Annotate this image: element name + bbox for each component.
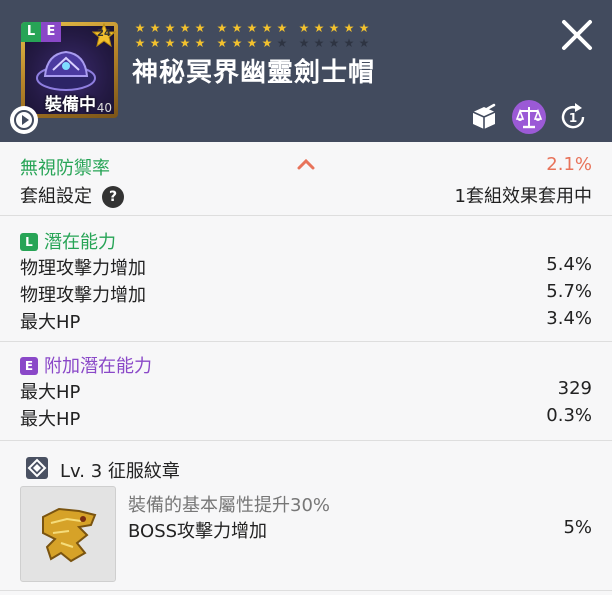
emblem-diamond-icon: [26, 457, 48, 479]
potential-line: 物理攻擊力增加 5.4%: [20, 254, 592, 279]
filled-star-icon: ★: [179, 36, 191, 50]
divider: [0, 341, 612, 342]
set-row: 套組設定? 1套組效果套用中: [20, 182, 592, 208]
play-icon: [14, 110, 34, 130]
filled-star-icon: ★: [164, 36, 176, 50]
emblem-title: Lv. 3 征服紋章: [60, 461, 180, 482]
help-icon[interactable]: ?: [102, 186, 124, 208]
empty-star-icon: ★: [298, 36, 310, 50]
scale-icon: [515, 107, 543, 129]
emblem-title-row: Lv. 3 征服紋章: [60, 457, 592, 482]
reset-button[interactable]: 1: [556, 100, 590, 134]
empty-star-icon: ★: [313, 36, 325, 50]
hat-icon: [36, 50, 96, 91]
filled-star-icon: ★: [194, 21, 206, 35]
filled-star-icon: ★: [298, 21, 310, 35]
potential-header: L 潛在能力: [20, 228, 592, 253]
play-button[interactable]: [10, 106, 38, 134]
ignore-def-label: 無視防禦率: [20, 158, 110, 179]
additional-potential-line-value: 0.3%: [546, 405, 592, 426]
set-value: 1套組效果套用中: [454, 186, 592, 207]
empty-star-icon: ★: [343, 36, 355, 50]
refresh-one-icon: 1: [561, 103, 585, 129]
empty-star-icon: ★: [276, 36, 288, 50]
chevron-up-icon: [297, 158, 315, 170]
compare-button[interactable]: [512, 100, 546, 134]
filled-star-icon: ★: [231, 36, 243, 50]
epic-tag: E: [20, 357, 38, 375]
emblem-image: [20, 486, 116, 582]
emblem-desc-row: 裝備的基本屬性提升30%: [128, 491, 592, 516]
set-label: 套組設定: [20, 186, 92, 207]
filled-star-icon: ★: [276, 21, 288, 35]
ignore-def-row: 無視防禦率 2.1%: [20, 154, 592, 179]
star-force-badge: 24: [91, 22, 117, 48]
equipped-label: 裝備中: [45, 95, 96, 115]
filled-star-icon: ★: [164, 21, 176, 35]
star-force-count: 24: [97, 28, 111, 39]
filled-star-icon: ★: [149, 36, 161, 50]
divider: [0, 440, 612, 441]
storage-button[interactable]: [467, 100, 501, 134]
potential-line-value: 5.4%: [546, 254, 592, 275]
legendary-badge: L: [21, 22, 41, 42]
filled-star-icon: ★: [328, 21, 340, 35]
filled-star-icon: ★: [231, 21, 243, 35]
additional-potential-title: 附加潛在能力: [44, 356, 152, 377]
filled-star-icon: ★: [134, 36, 146, 50]
item-header: L E 24 裝備中 40 ★ ★ ★ ★ ★ ★ ★ ★ ★ ★ ★ ★ ★ ★ ★ ★ ★ ★ ★ ★ ★ ★ ★ ★ ★ ★…: [0, 0, 612, 142]
divider: [0, 215, 612, 216]
filled-star-icon: ★: [246, 36, 258, 50]
potential-line-value: 3.4%: [546, 308, 592, 329]
star-force-stars: ★ ★ ★ ★ ★ ★ ★ ★ ★ ★ ★ ★ ★ ★ ★ ★ ★ ★ ★ ★ ★ ★ ★ ★ ★ ★ ★ ★ ★ ★: [134, 22, 464, 52]
potential-line-label: 物理攻擊力增加: [20, 258, 146, 279]
filled-star-icon: ★: [216, 21, 228, 35]
legendary-tag: L: [20, 233, 38, 251]
filled-star-icon: ★: [343, 21, 355, 35]
empty-star-icon: ★: [358, 36, 370, 50]
filled-star-icon: ★: [216, 36, 228, 50]
divider: [0, 590, 612, 591]
set-label-wrap: 套組設定?: [20, 182, 124, 208]
item-level: 40: [96, 101, 112, 115]
filled-star-icon: ★: [246, 21, 258, 35]
item-name: 神秘冥界幽靈劍士帽: [132, 58, 376, 88]
empty-star-icon: ★: [328, 36, 340, 50]
emblem-stat-label: BOSS攻擊力增加: [128, 521, 268, 542]
emblem-stat-value: 5%: [563, 517, 592, 538]
filled-star-icon: ★: [261, 36, 273, 50]
filled-star-icon: ★: [261, 21, 273, 35]
potential-line: 物理攻擊力增加 5.7%: [20, 281, 592, 306]
ignore-def-value: 2.1%: [546, 154, 592, 175]
filled-star-icon: ★: [194, 36, 206, 50]
potential-line: 最大HP 3.4%: [20, 308, 592, 333]
potential-line-label: 最大HP: [20, 312, 81, 333]
potential-title: 潛在能力: [44, 232, 116, 253]
close-icon[interactable]: [558, 16, 596, 54]
epic-badge: E: [41, 22, 61, 42]
dragon-emblem-icon: [42, 507, 97, 563]
additional-potential-line: 最大HP 329: [20, 378, 592, 403]
additional-potential-header: E 附加潛在能力: [20, 352, 592, 377]
emblem-stat-row: BOSS攻擊力增加 5%: [128, 517, 592, 542]
box-icon: [472, 103, 496, 129]
potential-line-label: 物理攻擊力增加: [20, 285, 146, 306]
additional-potential-line: 最大HP 0.3%: [20, 405, 592, 430]
additional-potential-line-label: 最大HP: [20, 382, 81, 403]
filled-star-icon: ★: [134, 21, 146, 35]
potential-line-value: 5.7%: [546, 281, 592, 302]
additional-potential-line-value: 329: [557, 378, 592, 399]
emblem-desc: 裝備的基本屬性提升30%: [128, 495, 331, 516]
filled-star-icon: ★: [179, 21, 191, 35]
filled-star-icon: ★: [149, 21, 161, 35]
item-image[interactable]: L E 24 裝備中 40: [21, 22, 118, 118]
svg-text:1: 1: [569, 111, 577, 125]
filled-star-icon: ★: [313, 21, 325, 35]
filled-star-icon: ★: [358, 21, 370, 35]
additional-potential-line-label: 最大HP: [20, 409, 81, 430]
